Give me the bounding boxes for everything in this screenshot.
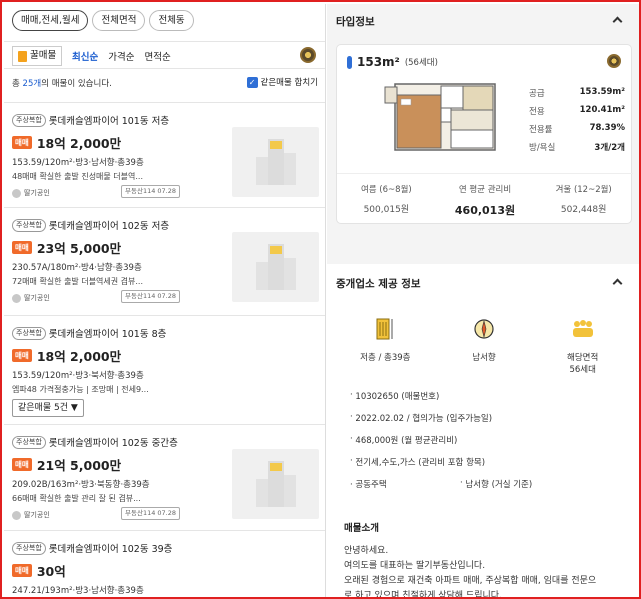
listing-thumbnail bbox=[232, 127, 319, 197]
agent-logo-icon bbox=[12, 188, 21, 198]
detail-panel: 타입정보 153m² (56세대) 공급 153.59m² 전용 120.41m… bbox=[327, 4, 639, 599]
detail-line: · 공동주택 · 남서향 (거실 기준) bbox=[350, 478, 533, 490]
trade-badge: 매매 bbox=[12, 349, 32, 362]
result-count-row: 총 25개의 매물이 있습니다. ✓ 같은매물 합치기 bbox=[4, 70, 325, 94]
broker-info: 저층 / 총39층 남서향 해당면적 56세대 · 10302650 (매물번호… bbox=[336, 298, 632, 599]
compass-icon[interactable] bbox=[300, 47, 316, 63]
sort-latest[interactable]: 최신순 bbox=[72, 49, 98, 63]
trade-badge: 매매 bbox=[12, 136, 32, 149]
intro-text: 안녕하세요. 여의도를 대표하는 딸기부동산입니다. 오래된 경험으로 재건축 … bbox=[344, 546, 597, 599]
same-listings-button[interactable]: 같은매물 5건 ▼ bbox=[12, 399, 84, 417]
sort-tabs: 최신순 가격순 면적순 bbox=[72, 49, 171, 63]
floor-plan-image[interactable] bbox=[381, 81, 499, 153]
agent-logo-icon bbox=[12, 510, 21, 520]
source-badge: 부동산114 07.28 bbox=[121, 507, 181, 520]
listing-type-tag: 주상복합 bbox=[12, 218, 46, 232]
sort-area[interactable]: 면적순 bbox=[144, 49, 170, 63]
maintenance-fees: 여름 (6~8월) 500,015원 연 평균 관리비 460,013원 겨울 (1… bbox=[337, 173, 633, 223]
listing-thumbnail bbox=[232, 232, 319, 302]
compass-icon[interactable] bbox=[607, 54, 621, 68]
sort-toolbar: 꿀매물 최신순 가격순 면적순 bbox=[4, 41, 325, 69]
listing-panel: 매매,전세,월세 전체면적 전체동 꿀매물 최신순 가격순 면적순 총 25개의… bbox=[4, 4, 326, 597]
filter-area[interactable]: 전체면적 bbox=[92, 10, 146, 31]
listing-price: 30억 bbox=[36, 564, 66, 579]
average-fee: 연 평균 관리비 460,013원 bbox=[454, 185, 516, 217]
source-badge: 부동산114 07.28 bbox=[121, 185, 181, 198]
result-count: 총 25개의 매물이 있습니다. bbox=[12, 79, 112, 89]
filter-building[interactable]: 전체동 bbox=[149, 10, 194, 31]
households-info: 해당면적 56세대 bbox=[533, 318, 632, 375]
agent-info: 딸기공인 bbox=[12, 510, 50, 520]
type-specs: 공급 153.59m² 전용 120.41m² 전용률 78.39% 방/욕실 3개/2… bbox=[529, 87, 625, 153]
listing-price: 21억 5,000만 bbox=[36, 458, 122, 473]
checkbox-checked-icon: ✓ bbox=[246, 76, 258, 88]
collapse-chevron-icon[interactable] bbox=[612, 16, 623, 27]
source-badge: 부동산114 07.28 bbox=[121, 290, 181, 303]
direction-info: 남서향 bbox=[435, 318, 534, 375]
listing-type-tag: 주상복합 bbox=[12, 435, 46, 449]
listing-type-tag: 주상복합 bbox=[12, 326, 46, 340]
floor-info: 저층 / 총39층 bbox=[336, 318, 435, 375]
listing-price: 18억 2,000만 bbox=[36, 136, 122, 151]
trade-badge: 매매 bbox=[12, 458, 32, 471]
trade-badge: 매매 bbox=[12, 241, 32, 254]
agent-info: 딸기공인 bbox=[12, 293, 50, 303]
listing-title: 롯데캐슬엠파이어 101동 8층 bbox=[48, 329, 167, 340]
listing-desc: 66매매 확실한 출발 관리 잘 된 겹뷰... bbox=[12, 494, 141, 503]
households-icon bbox=[572, 320, 593, 337]
type-info-card: 153m² (56세대) 공급 153.59m² 전용 120.41m² 전용률 78… bbox=[336, 44, 633, 224]
listing-item[interactable]: 주상복합 롯데캐슬엠파이어 102동 저층 매매 23억 5,000만 230.57… bbox=[4, 207, 325, 315]
listing-thumbnail bbox=[232, 449, 319, 519]
agent-logo-icon bbox=[12, 293, 21, 303]
compass-direction-icon bbox=[474, 319, 494, 339]
listing-price: 18억 2,000만 bbox=[36, 349, 122, 364]
listing-type-tag: 주상복합 bbox=[12, 113, 46, 127]
listing-desc: 엠파48 가격절충가능 | 조망매 | 전세9... bbox=[12, 385, 149, 394]
listing-item[interactable]: 주상복합 롯데캐슬엠파이어 101동 8층 매매 18억 2,000만 153.59… bbox=[4, 315, 325, 424]
listing-title: 롯데캐슬엠파이어 101동 저층 bbox=[48, 116, 170, 127]
ggul-filter-button[interactable]: 꿀매물 bbox=[12, 46, 63, 66]
listing-spec: 247.21/193m²·방3·남서향·총39층 bbox=[12, 586, 144, 596]
detail-line: · 468,000원 (월 평균관리비) bbox=[350, 434, 458, 446]
sort-price[interactable]: 가격순 bbox=[108, 49, 134, 63]
listing-spec: 153.59/120m²·방3·북서향·총39층 bbox=[12, 371, 144, 381]
listing-title: 롯데캐슬엠파이어 102동 저층 bbox=[48, 221, 170, 232]
broker-info-header: 중개업소 제공 정보 bbox=[336, 278, 421, 290]
listing-price: 23억 5,000만 bbox=[36, 241, 122, 256]
listing-desc: 72매매 확실한 출발 더블역세권 겹뷰... bbox=[12, 277, 144, 286]
area-value: 153m² bbox=[357, 55, 400, 69]
winter-fee: 겨울 (12~2월) 502,448원 bbox=[555, 185, 612, 215]
broker-detail-lines: · 10302650 (매물번호) · 2022.02.02 / 협의가능 (입… bbox=[350, 390, 620, 500]
listing-spec: 230.57A/180m²·방4·남향·총39층 bbox=[12, 263, 142, 273]
filter-trade-type[interactable]: 매매,전세,월세 bbox=[12, 10, 89, 31]
app-frame: 매매,전세,월세 전체면적 전체동 꿀매물 최신순 가격순 면적순 총 25개의… bbox=[0, 0, 641, 599]
filter-bar: 매매,전세,월세 전체면적 전체동 bbox=[12, 10, 194, 32]
broker-icons: 저층 / 총39층 남서향 해당면적 56세대 bbox=[336, 318, 632, 375]
ggul-icon bbox=[18, 50, 27, 62]
listing-title: 롯데캐슬엠파이어 102동 39층 bbox=[48, 544, 173, 555]
agent-info: 딸기공인 bbox=[12, 188, 50, 198]
area-title: 153m² (56세대) bbox=[347, 55, 438, 69]
listing-item[interactable]: 주상복합 롯데캐슬엠파이어 101동 저층 매매 18억 2,000만 153.59… bbox=[4, 102, 325, 207]
listing-spec: 209.02B/163m²·방3·북동향·총39층 bbox=[12, 480, 150, 490]
listing-spec: 153.59/120m²·방3·남서향·총39층 bbox=[12, 158, 144, 168]
detail-line: · 2022.02.02 / 협의가능 (입주가능일) bbox=[350, 412, 493, 424]
ggul-label: 꿀매물 bbox=[30, 50, 57, 61]
listing-type-tag: 주상복합 bbox=[12, 541, 46, 555]
households-count: (56세대) bbox=[404, 58, 438, 68]
listing-item[interactable]: 주상복합 롯데캐슬엠파이어 102동 39층 매매 30억 247.21/193m²… bbox=[4, 530, 325, 597]
trade-badge: 매매 bbox=[12, 564, 32, 577]
detail-line: · 전기세,수도,가스 (관리비 포함 항목) bbox=[350, 456, 486, 468]
merge-same-toggle[interactable]: ✓ 같은매물 합치기 bbox=[246, 76, 318, 88]
area-marker-icon bbox=[347, 55, 352, 69]
summer-fee: 여름 (6~8월) 500,015원 bbox=[360, 185, 412, 215]
type-info-header: 타입정보 bbox=[336, 16, 375, 28]
detail-line: · 10302650 (매물번호) bbox=[350, 390, 440, 402]
listing-title: 롯데캐슬엠파이어 102동 중간층 bbox=[48, 438, 178, 449]
floor-icon bbox=[376, 318, 393, 340]
listing-item[interactable]: 주상복합 롯데캐슬엠파이어 102동 중간층 매매 21억 5,000만 209.0… bbox=[4, 424, 325, 530]
intro-header: 매물소개 bbox=[344, 523, 379, 534]
listing-desc: 48매매 확실한 출발 진성매물 더블역... bbox=[12, 172, 144, 181]
